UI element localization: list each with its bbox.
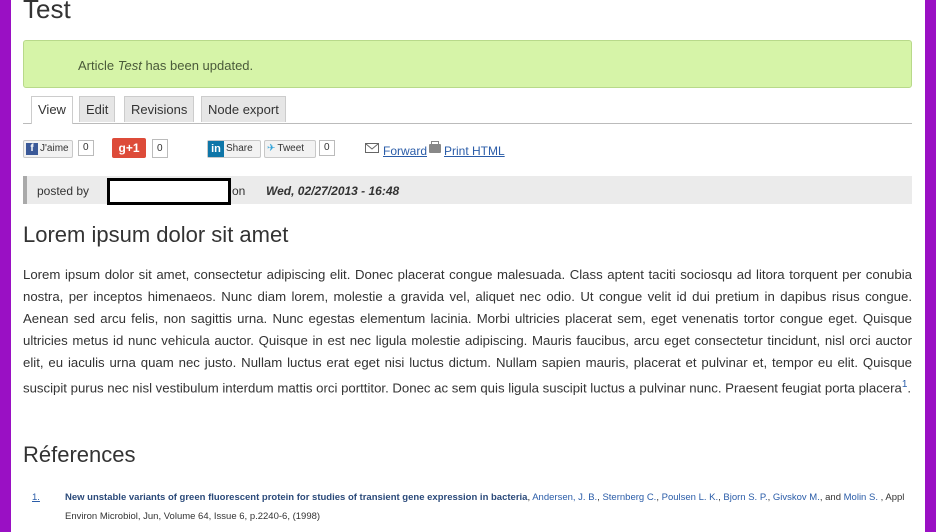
reference-author[interactable]: Givskov M.	[773, 492, 820, 503]
article-body-end: .	[907, 380, 912, 396]
article-body-text: Lorem ipsum dolor sit amet, consectetur …	[23, 267, 912, 396]
redacted-author	[107, 178, 231, 205]
google-plus-button[interactable]: g+1	[112, 138, 146, 158]
google-plus-label: +1	[125, 141, 140, 155]
twitter-icon: ✈	[267, 143, 276, 154]
reference-text: New unstable variants of green fluoresce…	[65, 492, 905, 522]
tweet-button[interactable]: ✈ Tweet	[264, 140, 316, 158]
print-html-link[interactable]: Print HTML	[444, 144, 505, 158]
google-plus-icon: g	[118, 141, 126, 155]
reference-author[interactable]: Poulsen L. K.	[662, 492, 719, 503]
social-bar: f J'aime 0 g+1 0 in Share ✈ Tweet 0 Forward…	[23, 138, 912, 162]
posted-by-label: posted by	[37, 184, 90, 198]
article-body: Lorem ipsum dolor sit amet, consectetur …	[23, 264, 912, 399]
tab-revisions[interactable]: Revisions	[124, 96, 195, 122]
google-plus-count: 0	[152, 139, 168, 158]
status-text: Article Test has been updated.	[78, 58, 253, 73]
reference-author[interactable]: Bjorn S. P.	[723, 492, 767, 503]
status-message: Article Test has been updated.	[23, 40, 912, 88]
linkedin-share-button[interactable]: in Share	[207, 140, 261, 158]
tweet-label: Tweet	[277, 143, 305, 154]
tab-node-export[interactable]: Node export	[201, 96, 286, 122]
meta-accent-bar	[23, 176, 27, 204]
tab-view[interactable]: View	[31, 96, 73, 124]
forward-link[interactable]: Forward	[383, 144, 427, 158]
on-label: on	[232, 184, 246, 198]
facebook-like-button[interactable]: f J'aime	[23, 140, 73, 158]
article-heading: Lorem ipsum dolor sit amet	[23, 222, 289, 247]
reference-title[interactable]: New unstable variants of green fluoresce…	[65, 492, 527, 503]
linkedin-share-label: Share	[226, 143, 253, 154]
facebook-count: 0	[78, 140, 94, 156]
reference-number-link[interactable]: 1.	[32, 488, 40, 507]
facebook-icon: f	[26, 143, 38, 155]
printer-icon	[429, 141, 441, 153]
tabs: View Edit Revisions Node export	[23, 96, 912, 124]
facebook-like-label: J'aime	[40, 143, 69, 154]
linkedin-icon: in	[208, 141, 224, 157]
post-date: Wed, 02/27/2013 - 16:48	[266, 184, 400, 198]
page-title: Test	[23, 0, 71, 24]
references-heading: Réferences	[23, 442, 136, 467]
envelope-icon	[365, 143, 379, 153]
status-prefix: Article	[78, 58, 118, 73]
status-article: Test	[117, 58, 142, 73]
tweet-count: 0	[319, 140, 335, 156]
reference-author[interactable]: Andersen, J. B.	[532, 492, 597, 503]
submitted-info: posted by on Wed, 02/27/2013 - 16:48	[23, 176, 912, 205]
reference-author[interactable]: Molin S.	[844, 492, 878, 503]
status-suffix: has been updated.	[141, 58, 254, 73]
page: Test Article Test has been updated. View…	[11, 0, 925, 532]
reference-author[interactable]: Sternberg C.	[602, 492, 656, 503]
tab-edit[interactable]: Edit	[79, 96, 116, 122]
